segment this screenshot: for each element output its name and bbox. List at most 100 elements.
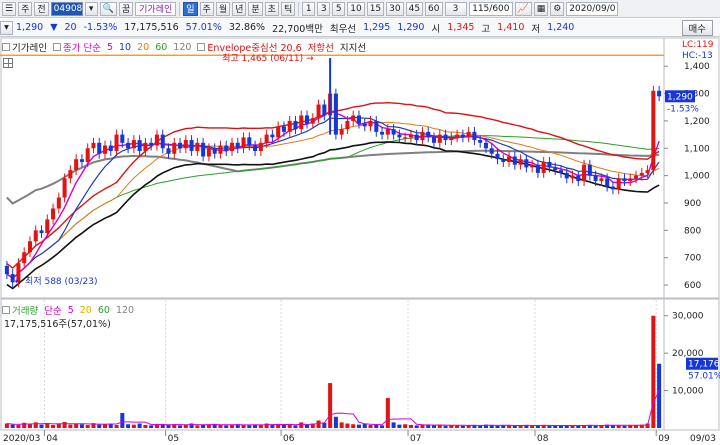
- volume-bar: [489, 425, 494, 428]
- candle-body: [639, 172, 644, 176]
- candle-body: [558, 170, 564, 173]
- candle-body: [495, 153, 500, 160]
- candle-body: [247, 137, 252, 146]
- candle-body: [483, 142, 488, 149]
- volume-bar: [385, 398, 390, 428]
- candle-body: [605, 178, 610, 187]
- volume-bar: [160, 424, 165, 428]
- legend-ma[interactable]: 종가 단순: [52, 40, 101, 54]
- price-tick-label: 1,400: [684, 62, 710, 72]
- envelope-lower-line: [6, 141, 660, 290]
- candle-body: [420, 131, 425, 141]
- candle-body: [524, 159, 529, 168]
- volume-bar: [547, 425, 552, 428]
- candle-body: [507, 156, 512, 162]
- current-volume-label: 17,176: [688, 360, 720, 370]
- volume-bar: [241, 425, 246, 428]
- candle-body: [610, 186, 615, 190]
- volume-bar: [68, 424, 73, 428]
- candle-body: [478, 140, 483, 143]
- candle-body: [305, 115, 310, 124]
- hc-readout: HC:-13: [682, 51, 713, 61]
- volume-bar: [558, 425, 564, 428]
- crosshair-icon[interactable]: [3, 58, 13, 68]
- x-label-month: 09: [658, 434, 670, 444]
- candle-body: [120, 134, 125, 143]
- legend-envelope[interactable]: Envelope중심선 20,6: [197, 40, 302, 54]
- volume-bar: [622, 425, 627, 428]
- volume-bar: [628, 425, 633, 428]
- legend-vol-ma5: 5: [67, 304, 74, 316]
- x-label-start: 2020/03: [3, 434, 40, 444]
- legend-vol-ma20: 20: [79, 304, 92, 316]
- price-tick-label: 1,200: [684, 117, 710, 127]
- volume-bar: [316, 420, 321, 428]
- volume-bar: [374, 424, 379, 428]
- volume-bar: [495, 425, 500, 428]
- candle-body: [201, 142, 206, 157]
- candle-body: [276, 126, 281, 138]
- volume-bar: [287, 424, 292, 428]
- current-price-label: 1,290: [667, 92, 693, 102]
- candle-body: [518, 159, 523, 165]
- candle-body: [114, 134, 119, 152]
- volume-bar: [408, 425, 413, 428]
- candle-body: [229, 142, 235, 152]
- volume-bar: [530, 425, 535, 428]
- candle-body: [62, 178, 67, 198]
- legend-stock[interactable]: 기가레인: [2, 40, 47, 54]
- volume-bar: [126, 424, 131, 428]
- candle-body: [535, 164, 540, 173]
- volume-bar: [299, 422, 304, 428]
- volume-bar: [293, 425, 298, 428]
- low-annotation: ← 최저 588 (03/23): [15, 276, 98, 287]
- price-tick-label: 900: [684, 199, 701, 209]
- candle-body: [97, 142, 102, 154]
- candle-body: [414, 134, 419, 141]
- candle-body: [154, 134, 159, 146]
- candle-body: [39, 230, 44, 234]
- candle-body: [322, 104, 327, 116]
- candle-body: [224, 145, 229, 152]
- price-tick-label: 1,100: [684, 144, 710, 154]
- volume-bar: [593, 425, 598, 428]
- candle-body: [51, 208, 56, 220]
- candle-body: [564, 172, 569, 179]
- candle-body: [293, 120, 298, 130]
- candle-body: [380, 131, 385, 135]
- candle-body: [264, 134, 269, 143]
- legend-volume[interactable]: 거래량: [2, 303, 38, 317]
- candle-body: [195, 142, 200, 152]
- volume-bar: [351, 424, 356, 428]
- candle-body: [368, 120, 373, 127]
- candle-body: [362, 123, 367, 127]
- volume-bar: [460, 425, 465, 428]
- volume-bar: [166, 425, 171, 428]
- volume-bar: [79, 424, 84, 428]
- legend-ma120: 120: [173, 41, 192, 53]
- candle-body: [455, 134, 460, 138]
- stock-chart[interactable]: 2020/03 04 05 06 07 08 09 09/031,4001,3001,2001…: [0, 0, 720, 445]
- candle-body: [33, 230, 38, 242]
- candle-body: [108, 145, 113, 152]
- price-pane-frame: [0, 37, 720, 299]
- volume-bar: [10, 424, 15, 428]
- volume-bar: [281, 425, 286, 428]
- candle-body: [218, 145, 223, 154]
- volume-bar: [51, 425, 56, 428]
- candle-body: [616, 178, 621, 190]
- candle-body: [622, 178, 627, 182]
- candle-body: [91, 142, 96, 149]
- volume-bar: [137, 423, 142, 428]
- candle-body: [85, 148, 90, 162]
- candle-body: [4, 265, 9, 275]
- volume-bar: [247, 425, 252, 428]
- candle-body: [333, 93, 338, 135]
- x-label-month: 07: [410, 434, 421, 444]
- candle-body: [339, 129, 344, 135]
- candle-body: [634, 175, 639, 179]
- candle-body: [206, 148, 211, 157]
- volume-bar: [62, 422, 67, 428]
- candle-body: [102, 145, 108, 154]
- x-label-month: 04: [46, 434, 58, 444]
